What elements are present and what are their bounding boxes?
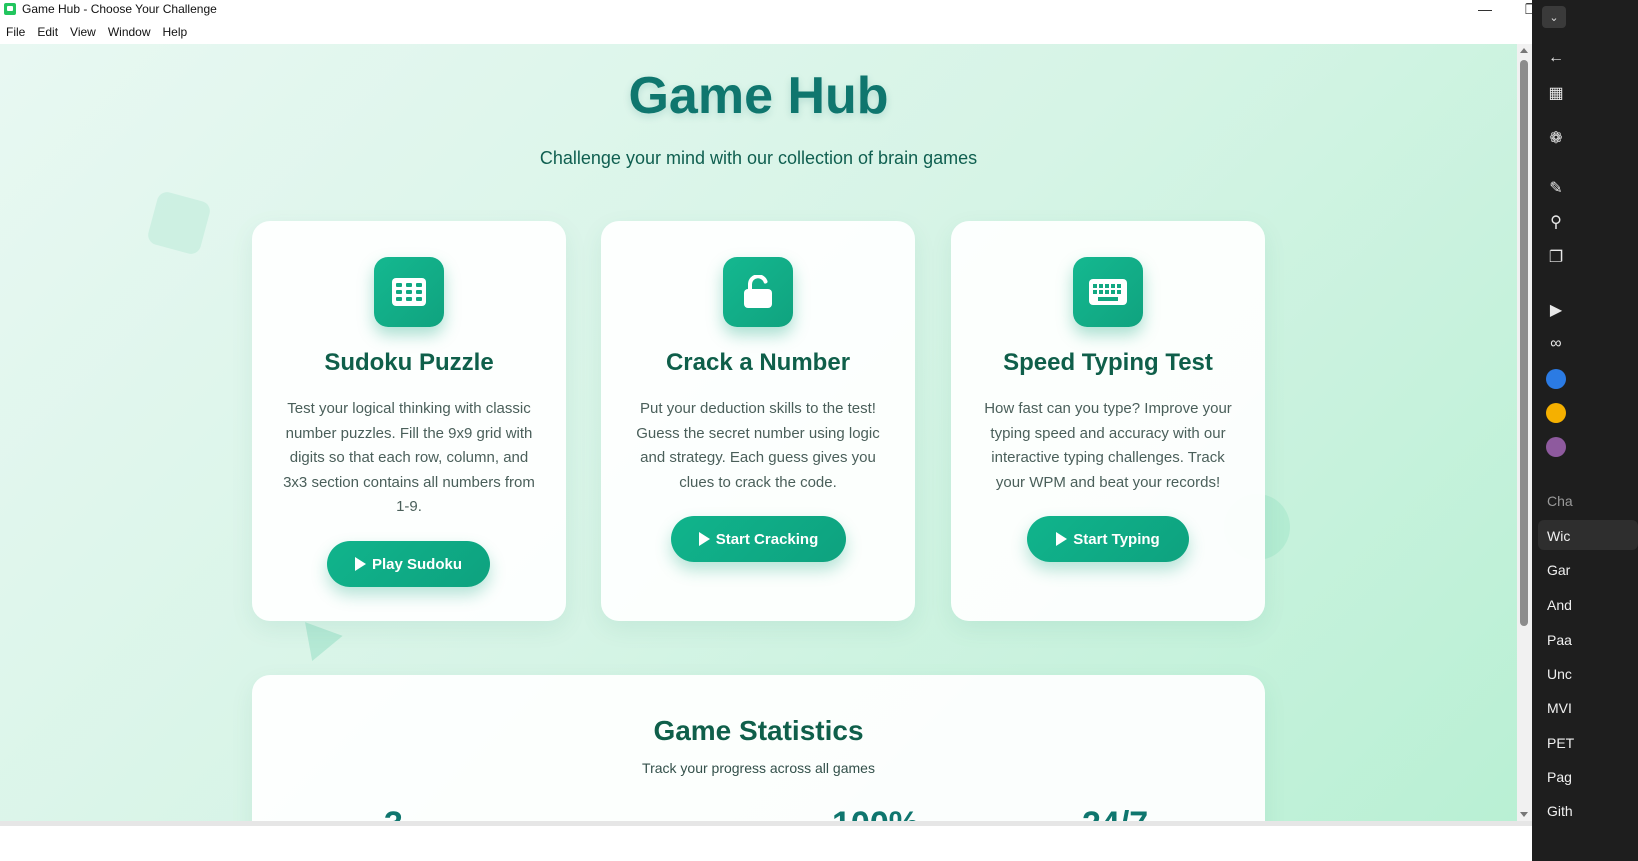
chevron-down-icon[interactable]: ⌄ xyxy=(1542,6,1566,28)
play-icon xyxy=(1056,532,1068,546)
chat-list-item[interactable]: Paa xyxy=(1547,632,1572,648)
side-panel: ⌄ ← ▦ ❁ ✎ ⚲ ❐ ▶ ∞ Cha Wic Gar And Paa Un… xyxy=(1532,0,1638,861)
side-section-label: Cha xyxy=(1547,493,1573,509)
gpt-app-icon[interactable] xyxy=(1546,369,1566,389)
app-icon xyxy=(4,3,16,15)
horizontal-scrollbar[interactable] xyxy=(0,821,1532,826)
game-card-speed-typing: Speed Typing Test How fast can you type?… xyxy=(951,221,1265,621)
back-arrow-icon[interactable]: ← xyxy=(1546,48,1566,68)
keyboard-icon xyxy=(1073,257,1143,327)
page-subtitle: Challenge your mind with our collection … xyxy=(539,148,978,168)
game-card-sudoku: Sudoku Puzzle Test your logical thinking… xyxy=(252,221,566,621)
scroll-thumb[interactable] xyxy=(1520,60,1528,626)
stat-value: 3 xyxy=(384,805,403,821)
menu-window[interactable]: Window xyxy=(102,25,157,39)
apps-grid-icon[interactable]: ▦ xyxy=(1546,83,1566,103)
search-icon[interactable]: ⚲ xyxy=(1546,212,1566,232)
card-description: Test your logical thinking with classic … xyxy=(283,400,535,515)
vertical-scrollbar[interactable] xyxy=(1517,44,1532,821)
menu-file[interactable]: File xyxy=(0,25,31,39)
assistant-logo-icon[interactable]: ❁ xyxy=(1546,128,1566,148)
explore-icon[interactable]: ∞ xyxy=(1546,334,1566,354)
window-title: Game Hub - Choose Your Challenge xyxy=(22,2,217,16)
chat-list-item[interactable]: Gar xyxy=(1547,562,1570,578)
scroll-down-arrow-icon[interactable] xyxy=(1520,812,1528,817)
button-label: Play Sudoku xyxy=(371,555,463,573)
decorative-square xyxy=(145,189,213,257)
chat-list-item[interactable]: Wic xyxy=(1547,528,1570,544)
card-description: How fast can you type? Improve your typi… xyxy=(984,400,1232,491)
scroll-up-arrow-icon[interactable] xyxy=(1520,48,1528,53)
unlock-icon xyxy=(723,257,793,327)
play-icon xyxy=(698,532,710,546)
play-icon xyxy=(354,557,366,571)
chat-list-item[interactable]: Unc xyxy=(1547,666,1572,682)
title-bar: Game Hub - Choose Your Challenge — ❐ ✕ xyxy=(0,0,1600,18)
button-label: Start Cracking xyxy=(715,530,819,548)
stat-value: 100% xyxy=(832,805,919,821)
menu-bar: File Edit View Window Help xyxy=(0,20,1600,44)
start-cracking-button[interactable]: Start Cracking xyxy=(671,516,846,562)
menu-help[interactable]: Help xyxy=(157,25,194,39)
chat-list-item[interactable]: And xyxy=(1547,597,1572,613)
button-label: Start Typing xyxy=(1073,530,1160,548)
library-icon[interactable]: ❐ xyxy=(1546,247,1566,267)
stats-title: Game Statistics xyxy=(653,715,864,746)
gpt-app-icon[interactable] xyxy=(1546,403,1566,423)
play-sudoku-button[interactable]: Play Sudoku xyxy=(327,541,490,587)
page-title: Game Hub xyxy=(628,67,889,125)
chat-list-item[interactable]: PET xyxy=(1547,735,1574,751)
card-title: Speed Typing Test xyxy=(1003,349,1213,376)
stat-value: 24/7 xyxy=(1082,805,1148,821)
chat-list-item[interactable]: Gith xyxy=(1547,803,1573,819)
gpt-app-icon[interactable] xyxy=(1546,437,1566,457)
start-typing-button[interactable]: Start Typing xyxy=(1027,516,1189,562)
new-chat-icon[interactable]: ✎ xyxy=(1546,178,1566,198)
chat-list-item[interactable]: Pag xyxy=(1547,769,1572,785)
game-card-crack-number: Crack a Number Put your deduction skills… xyxy=(601,221,915,621)
grid-icon xyxy=(374,257,444,327)
stats-subtitle: Track your progress across all games xyxy=(642,760,875,776)
chat-list-item[interactable]: MVI xyxy=(1547,700,1572,716)
menu-edit[interactable]: Edit xyxy=(31,25,64,39)
main-content: Game Hub Challenge your mind with our co… xyxy=(0,44,1517,821)
game-statistics-card: Game Statistics Track your progress acro… xyxy=(252,675,1265,821)
play-circle-icon[interactable]: ▶ xyxy=(1546,300,1566,320)
card-title: Sudoku Puzzle xyxy=(324,349,494,376)
decorative-triangle xyxy=(293,622,343,668)
card-title: Crack a Number xyxy=(665,349,851,376)
card-description: Put your deduction skills to the test! G… xyxy=(636,400,880,491)
menu-view[interactable]: View xyxy=(64,25,102,39)
minimize-button[interactable]: — xyxy=(1462,0,1508,18)
